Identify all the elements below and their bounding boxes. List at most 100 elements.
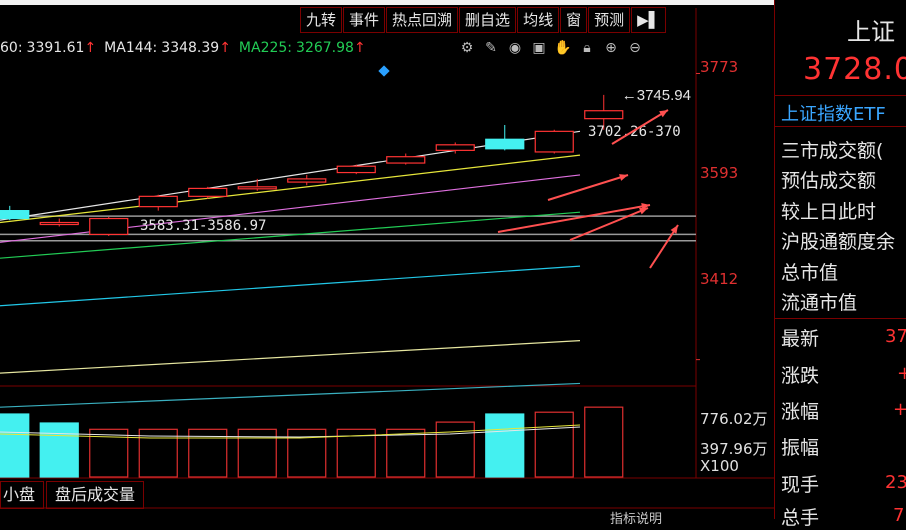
moving-average-line (0, 382, 581, 408)
eye-icon[interactable]: ◉ (506, 39, 524, 57)
volume-bar (386, 428, 426, 478)
candle-body (89, 217, 129, 235)
moving-average-line (0, 265, 581, 307)
up-arrow-icon: ↑ (219, 40, 231, 56)
toolbar-item[interactable]: 九转 (300, 7, 343, 33)
vs-yesterday-label: 较上日此时 (781, 201, 877, 223)
chart-tools: ⚙ ✎ ◉ ▣ ✋ 🔒︎ ⊕ ⊖ (458, 39, 644, 61)
hand-icon[interactable]: ✋ (554, 39, 572, 57)
volume-axis-unit: X100 (700, 457, 739, 475)
gear-icon[interactable]: ⚙ (458, 39, 476, 57)
volume-bar (0, 413, 30, 478)
volume-bar (584, 406, 624, 478)
moving-average-line (0, 174, 581, 243)
up-arrow-icon: ↑ (353, 40, 366, 56)
toolbar-item[interactable]: 均线 (517, 7, 560, 33)
volume-bar (39, 422, 79, 478)
stat-change-label: 涨跌 (781, 365, 820, 387)
candle-body (39, 221, 79, 226)
stat-last-volume-value: 23 (885, 472, 906, 493)
panel-divider (775, 126, 906, 127)
candle-body (138, 195, 178, 208)
ma-label: 60: (0, 40, 23, 56)
ma-legend-item: 60: 3391.61↑ (0, 40, 100, 56)
toolbar-item[interactable]: 热点回溯 (386, 7, 459, 33)
bag-icon[interactable]: ▣ (530, 39, 548, 57)
stat-pct-value: + (893, 399, 906, 420)
toolbar-item[interactable]: 预测 (588, 7, 631, 33)
candle-body (287, 178, 327, 183)
high-price-label: ←3745.94 (622, 87, 691, 104)
stat-amplitude-label: 振幅 (781, 437, 820, 459)
arrow-head-icon (619, 174, 628, 181)
panel-divider (775, 318, 906, 319)
toolbar-item[interactable]: 事件 (343, 7, 386, 33)
lock-icon[interactable]: 🔒︎ (578, 39, 596, 57)
candle-body (534, 130, 574, 153)
zoom-out-icon[interactable]: ⊖ (626, 39, 644, 57)
volume-axis-max: 776.02万 (700, 410, 768, 428)
index-price: 3728.0 (803, 52, 906, 87)
price-axis-top: 3773 (700, 58, 739, 76)
toolbar-item[interactable]: 删自选 (459, 7, 517, 33)
ma-legend-item: MA144: 3348.39↑ (104, 40, 235, 56)
annotation-arrow (497, 204, 651, 233)
arrow-head-icon (639, 207, 648, 215)
candle-body (336, 165, 376, 174)
tab-small-cap[interactable]: 小盘 (0, 481, 45, 509)
candle-body (584, 110, 624, 120)
stat-latest-value: 37 (885, 326, 906, 347)
kline-chart[interactable]: ←3745.94 3702.26-370 3583.31-3586.97 (0, 0, 774, 519)
ma-legend-item: MA225: 3267.98↑ (239, 40, 370, 56)
ma-value: 3391.61 (26, 40, 85, 56)
candle-body (435, 144, 475, 151)
price-axis-mid: 3593 (700, 164, 739, 182)
candle-body (386, 156, 426, 164)
ma-legend: 60: 3391.61↑ MA144: 3348.39↑ MA225: 3267.98↑ (0, 40, 374, 60)
candle-body (0, 210, 30, 220)
float-cap-label: 流通市值 (781, 292, 858, 314)
volume-bar (435, 421, 475, 478)
stat-total-volume-value: 7 (893, 505, 905, 526)
moving-average-line (0, 340, 581, 374)
index-title: 上证 (847, 18, 895, 46)
price-axis-low: 3412 (700, 270, 739, 288)
northbound-quota-label: 沪股通额度余 (781, 231, 896, 253)
turnover-label: 三市成交额( (781, 140, 884, 162)
ma-label: MA225: (238, 40, 293, 56)
pen-icon[interactable]: ✎ (482, 39, 500, 57)
toolbar-item[interactable]: ▶▌ (631, 7, 667, 33)
event-marker-icon (378, 65, 390, 77)
quote-panel: 上证 3728.0 上证指数ETF 三市成交额( 预估成交额 较上日此时 沪股通… (774, 0, 906, 529)
gap-range-label: 3583.31-3586.97 (140, 218, 266, 234)
zoom-in-icon[interactable]: ⊕ (602, 39, 620, 57)
volume-axis-mid: 397.96万 (700, 440, 768, 458)
stat-pct-label: 涨幅 (781, 401, 820, 423)
candle-body (188, 187, 228, 197)
ma-label: MA144: (104, 40, 158, 56)
candle-body (237, 186, 277, 190)
market-cap-label: 总市值 (781, 262, 839, 284)
up-arrow-icon: ↑ (84, 40, 97, 56)
volume-bar (485, 413, 525, 478)
moving-average-line (0, 211, 581, 259)
etf-link[interactable]: 上证指数ETF (781, 100, 886, 126)
panel-divider (775, 95, 906, 96)
stat-latest-label: 最新 (781, 328, 820, 350)
ma-value: 3348.39 (161, 40, 220, 56)
candle-body (485, 138, 525, 150)
stat-total-volume-label: 总手 (781, 507, 820, 529)
stat-change-value: + (897, 363, 906, 384)
stat-last-volume-label: 现手 (781, 474, 820, 496)
range-label: 3702.26-370 (588, 124, 681, 140)
indicator-tabs: 小盘 盘后成交量 (0, 481, 146, 509)
indicator-help-link[interactable]: 指标说明 (610, 508, 662, 527)
chart-toolbar: 九转 事件 热点回溯 删自选 均线窗预测 ▶▌ (300, 7, 668, 33)
toolbar-item[interactable]: 窗 (560, 7, 588, 33)
ma-value: 3267.98 (296, 40, 354, 56)
estimated-turnover-label: 预估成交额 (781, 170, 877, 192)
moving-average-line (0, 154, 581, 224)
tab-after-hours-volume[interactable]: 盘后成交量 (46, 481, 145, 509)
volume-bar (534, 411, 574, 478)
annotation-arrow (547, 174, 629, 201)
